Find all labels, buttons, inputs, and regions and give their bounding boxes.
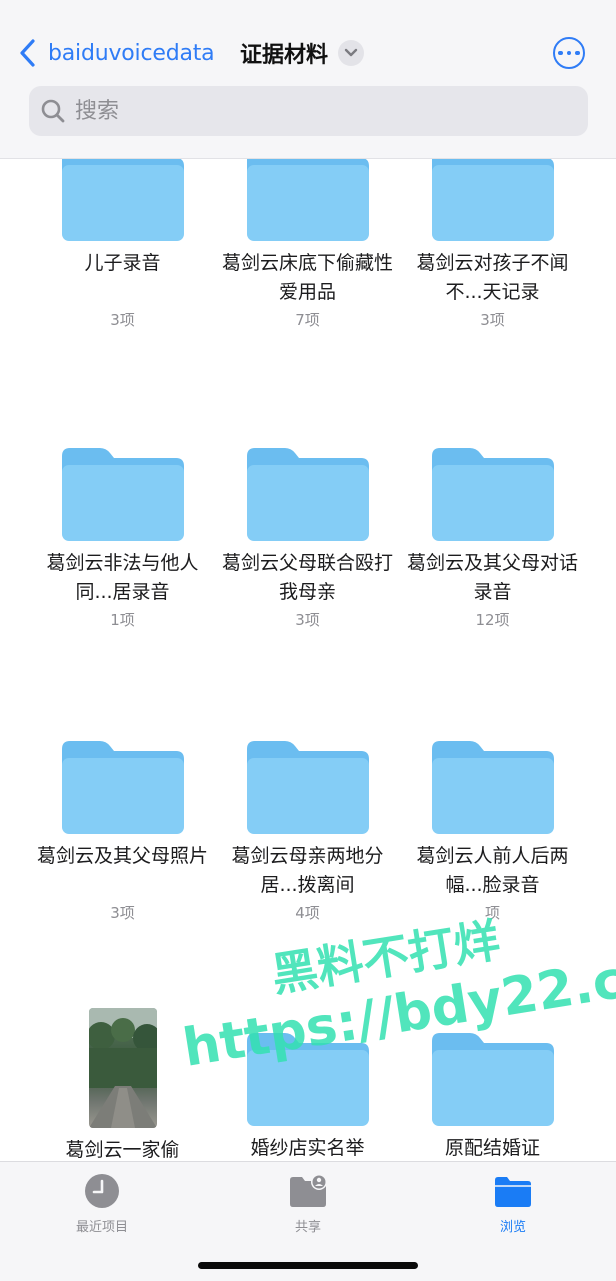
folder-name: 葛剑云人前人后两幅...脸录音 — [416, 845, 569, 896]
folder-item[interactable]: 葛剑云及其父母对话录音 12项 — [400, 448, 585, 630]
folder-icon — [61, 448, 184, 541]
folder-item[interactable]: 葛剑云对孩子不闻不...天记录 3项 — [400, 158, 585, 330]
more-options-button[interactable] — [553, 37, 585, 69]
item-count: 4项 — [295, 904, 320, 922]
item-count: 7项 — [295, 311, 320, 329]
item-count: 1项 — [110, 611, 135, 629]
home-indicator[interactable] — [198, 1262, 418, 1269]
folder-item[interactable]: 葛剑云非法与他人同...居录音 1项 — [30, 448, 215, 630]
search-input[interactable] — [73, 97, 557, 125]
more-dot — [558, 50, 563, 56]
folder-icon — [61, 158, 184, 241]
folder-title-menu[interactable]: 证据材料 — [240, 37, 365, 69]
tab-label: 浏览 — [499, 1220, 526, 1235]
folder-name: 葛剑云及其父母对话录音 — [406, 552, 578, 603]
tab-recents[interactable]: 最近项目 — [42, 1172, 162, 1235]
tab-browse[interactable]: 浏览 — [453, 1172, 573, 1235]
folder-item[interactable]: 婚纱店实名举 — [215, 1033, 400, 1161]
folder-name: 原配结婚证 — [444, 1137, 540, 1159]
folder-item[interactable]: 儿子录音 3项 — [30, 158, 215, 330]
folder-name: 葛剑云床底下偷藏性爱用品 — [221, 252, 393, 303]
search-bar[interactable] — [29, 86, 588, 136]
item-count: 3项 — [110, 311, 135, 329]
folder-item[interactable]: 原配结婚证 — [400, 1033, 585, 1161]
folder-icon — [246, 741, 369, 834]
folder-icon — [246, 448, 369, 541]
folder-fill-icon — [495, 1177, 531, 1207]
folder-item[interactable]: 葛剑云人前人后两幅...脸录音 项 — [400, 741, 585, 923]
item-count: 3项 — [295, 611, 320, 629]
clock-icon — [85, 1174, 119, 1208]
folder-name: 葛剑云父母联合殴打我母亲 — [221, 552, 393, 603]
chevron-left-icon — [20, 39, 35, 67]
search-icon — [41, 99, 65, 123]
folder-item[interactable]: 葛剑云父母联合殴打我母亲 3项 — [215, 448, 400, 630]
back-button[interactable]: baiduvoicedata — [18, 36, 215, 70]
folder-icon — [431, 448, 554, 541]
page-title: 证据材料 — [240, 43, 329, 68]
navigation-header: baiduvoicedata 证据材料 — [0, 0, 616, 159]
tab-label: 最近项目 — [75, 1220, 128, 1235]
folder-name: 葛剑云及其父母照片 — [36, 845, 208, 867]
item-count: 3项 — [480, 311, 505, 329]
folder-name: 葛剑云对孩子不闻不...天记录 — [416, 252, 569, 303]
folder-icon — [431, 1033, 554, 1126]
back-button-label: baiduvoicedata — [48, 40, 215, 66]
photo-name: 葛剑云一家偷 — [65, 1139, 180, 1161]
tab-label: 共享 — [294, 1220, 321, 1235]
photo-item[interactable]: 葛剑云一家偷 — [30, 1008, 215, 1161]
folder-icon — [61, 741, 184, 834]
folder-icon — [431, 158, 554, 241]
file-grid: 儿子录音 3项 葛剑云床底下偷藏性爱用品 7项 葛剑云对孩子不闻不...天记录 … — [0, 158, 616, 1161]
folder-item[interactable]: 葛剑云床底下偷藏性爱用品 7项 — [215, 158, 400, 330]
folder-item[interactable]: 葛剑云母亲两地分居...拨离间 4项 — [215, 741, 400, 923]
chevron-down-icon — [338, 40, 365, 66]
more-dot — [566, 50, 572, 56]
tab-shared[interactable]: 共享 — [248, 1172, 368, 1235]
photo-thumbnail — [88, 1008, 157, 1128]
folder-name: 婚纱店实名举 — [250, 1137, 365, 1159]
folder-name: 儿子录音 — [84, 252, 161, 274]
item-count: 12项 — [475, 611, 510, 629]
folder-icon — [246, 158, 369, 241]
folder-icon — [431, 741, 554, 834]
folder-name: 葛剑云母亲两地分居...拨离间 — [231, 845, 384, 896]
folder-name: 葛剑云非法与他人同...居录音 — [46, 552, 199, 603]
folder-icon — [246, 1033, 369, 1126]
shared-folder-icon — [290, 1174, 327, 1207]
more-dot — [575, 50, 580, 56]
item-count: 项 — [484, 904, 500, 922]
folder-item[interactable]: 葛剑云及其父母照片 3项 — [30, 741, 215, 923]
item-count: 3项 — [110, 904, 135, 922]
